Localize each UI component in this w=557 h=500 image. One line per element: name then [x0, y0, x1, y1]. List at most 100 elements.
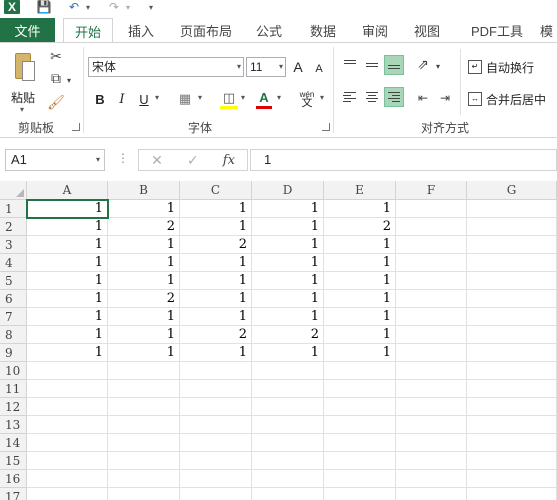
bold-button[interactable]: B [92, 89, 108, 109]
cell-c16[interactable] [180, 470, 252, 488]
formula-input[interactable]: 1 [250, 149, 557, 171]
tab-data[interactable]: 数据 [306, 18, 340, 42]
tab-page-layout[interactable]: 页面布局 [176, 18, 236, 42]
cell-e12[interactable] [324, 398, 396, 416]
cell-b8[interactable]: 1 [108, 326, 180, 344]
customize-toolbar-icon[interactable]: ▾ [146, 0, 156, 14]
cell-a13[interactable] [27, 416, 108, 434]
cell-a4[interactable]: 1 [27, 254, 108, 272]
cell-f10[interactable] [396, 362, 467, 380]
orientation-icon[interactable]: ⇗ [414, 55, 432, 73]
align-top-button[interactable] [340, 53, 360, 73]
italic-button[interactable]: I [114, 89, 130, 109]
cell-d5[interactable]: 1 [252, 272, 324, 290]
cell-a5[interactable]: 1 [27, 272, 108, 290]
cell-e9[interactable]: 1 [324, 344, 396, 362]
cell-a2[interactable]: 1 [27, 218, 108, 236]
row-header-13[interactable]: 13 [0, 416, 27, 434]
font-color-button[interactable]: A [256, 89, 272, 109]
decrease-indent-icon[interactable]: ⇤ [414, 89, 432, 107]
row-header-14[interactable]: 14 [0, 434, 27, 452]
cell-f5[interactable] [396, 272, 467, 290]
cell-c6[interactable]: 1 [180, 290, 252, 308]
splitter-icon[interactable]: ⋮ [117, 151, 129, 165]
enter-icon[interactable]: ✓ [187, 152, 199, 169]
tab-insert[interactable]: 插入 [124, 18, 158, 42]
row-header-7[interactable]: 7 [0, 308, 27, 326]
copy-dropdown-icon[interactable]: ▾ [64, 71, 74, 89]
align-middle-button[interactable] [362, 55, 382, 75]
cut-icon[interactable]: ✂ [46, 47, 66, 65]
cell-b9[interactable]: 1 [108, 344, 180, 362]
cell-a14[interactable] [27, 434, 108, 452]
row-header-12[interactable]: 12 [0, 398, 27, 416]
clipboard-launcher-icon[interactable] [72, 123, 80, 131]
merge-center-button[interactable]: ↔ 合并后居中 [468, 89, 546, 109]
cell-f8[interactable] [396, 326, 467, 344]
cell-c9[interactable]: 1 [180, 344, 252, 362]
column-header-c[interactable]: C [180, 181, 252, 200]
copy-icon[interactable]: ⧉ [46, 69, 66, 87]
row-header-8[interactable]: 8 [0, 326, 27, 344]
cell-a9[interactable]: 1 [27, 344, 108, 362]
cell-b7[interactable]: 1 [108, 308, 180, 326]
cell-b1[interactable]: 1 [108, 200, 180, 218]
tab-home[interactable]: 开始 [63, 18, 113, 43]
fill-color-dropdown-icon[interactable]: ▾ [241, 93, 245, 102]
cell-c4[interactable]: 1 [180, 254, 252, 272]
row-header-1[interactable]: 1 [0, 200, 27, 218]
cell-e13[interactable] [324, 416, 396, 434]
fill-color-icon[interactable]: ◫ [220, 89, 238, 109]
font-color-dropdown-icon[interactable]: ▾ [277, 93, 281, 102]
cell-e14[interactable] [324, 434, 396, 452]
cell-g3[interactable] [467, 236, 557, 254]
cell-f14[interactable] [396, 434, 467, 452]
cell-g8[interactable] [467, 326, 557, 344]
cell-g2[interactable] [467, 218, 557, 236]
name-box[interactable]: A1 ▾ [5, 149, 105, 171]
cell-c3[interactable]: 2 [180, 236, 252, 254]
redo-icon[interactable]: ↷ [106, 0, 122, 14]
cell-a17[interactable] [27, 488, 108, 500]
cell-d11[interactable] [252, 380, 324, 398]
cell-f4[interactable] [396, 254, 467, 272]
cell-g9[interactable] [467, 344, 557, 362]
cell-d14[interactable] [252, 434, 324, 452]
cell-d9[interactable]: 1 [252, 344, 324, 362]
border-dropdown-icon[interactable]: ▾ [198, 93, 202, 102]
cell-d1[interactable]: 1 [252, 200, 324, 218]
cell-a6[interactable]: 1 [27, 290, 108, 308]
row-header-15[interactable]: 15 [0, 452, 27, 470]
paste-button[interactable]: 粘贴 ▾ [6, 49, 40, 115]
cell-g10[interactable] [467, 362, 557, 380]
cell-e7[interactable]: 1 [324, 308, 396, 326]
row-header-17[interactable]: 17 [0, 488, 27, 500]
cell-f2[interactable] [396, 218, 467, 236]
cell-g13[interactable] [467, 416, 557, 434]
cell-e11[interactable] [324, 380, 396, 398]
select-all-button[interactable] [0, 181, 27, 200]
cell-b14[interactable] [108, 434, 180, 452]
align-center-button[interactable] [362, 87, 382, 107]
cell-b12[interactable] [108, 398, 180, 416]
cell-d10[interactable] [252, 362, 324, 380]
pinyin-dropdown-icon[interactable]: ▾ [320, 93, 324, 102]
cell-a8[interactable]: 1 [27, 326, 108, 344]
grow-font-button[interactable]: A [290, 57, 306, 77]
insert-function-icon[interactable]: fx [223, 153, 235, 168]
cell-c14[interactable] [180, 434, 252, 452]
row-header-3[interactable]: 3 [0, 236, 27, 254]
cell-g5[interactable] [467, 272, 557, 290]
cell-e15[interactable] [324, 452, 396, 470]
cell-e17[interactable] [324, 488, 396, 500]
column-header-f[interactable]: F [396, 181, 467, 200]
redo-dropdown-icon[interactable]: ▾ [124, 0, 132, 14]
cell-f7[interactable] [396, 308, 467, 326]
row-header-5[interactable]: 5 [0, 272, 27, 290]
cell-c8[interactable]: 2 [180, 326, 252, 344]
cell-b11[interactable] [108, 380, 180, 398]
cell-c12[interactable] [180, 398, 252, 416]
cell-f3[interactable] [396, 236, 467, 254]
cell-c10[interactable] [180, 362, 252, 380]
cell-a16[interactable] [27, 470, 108, 488]
